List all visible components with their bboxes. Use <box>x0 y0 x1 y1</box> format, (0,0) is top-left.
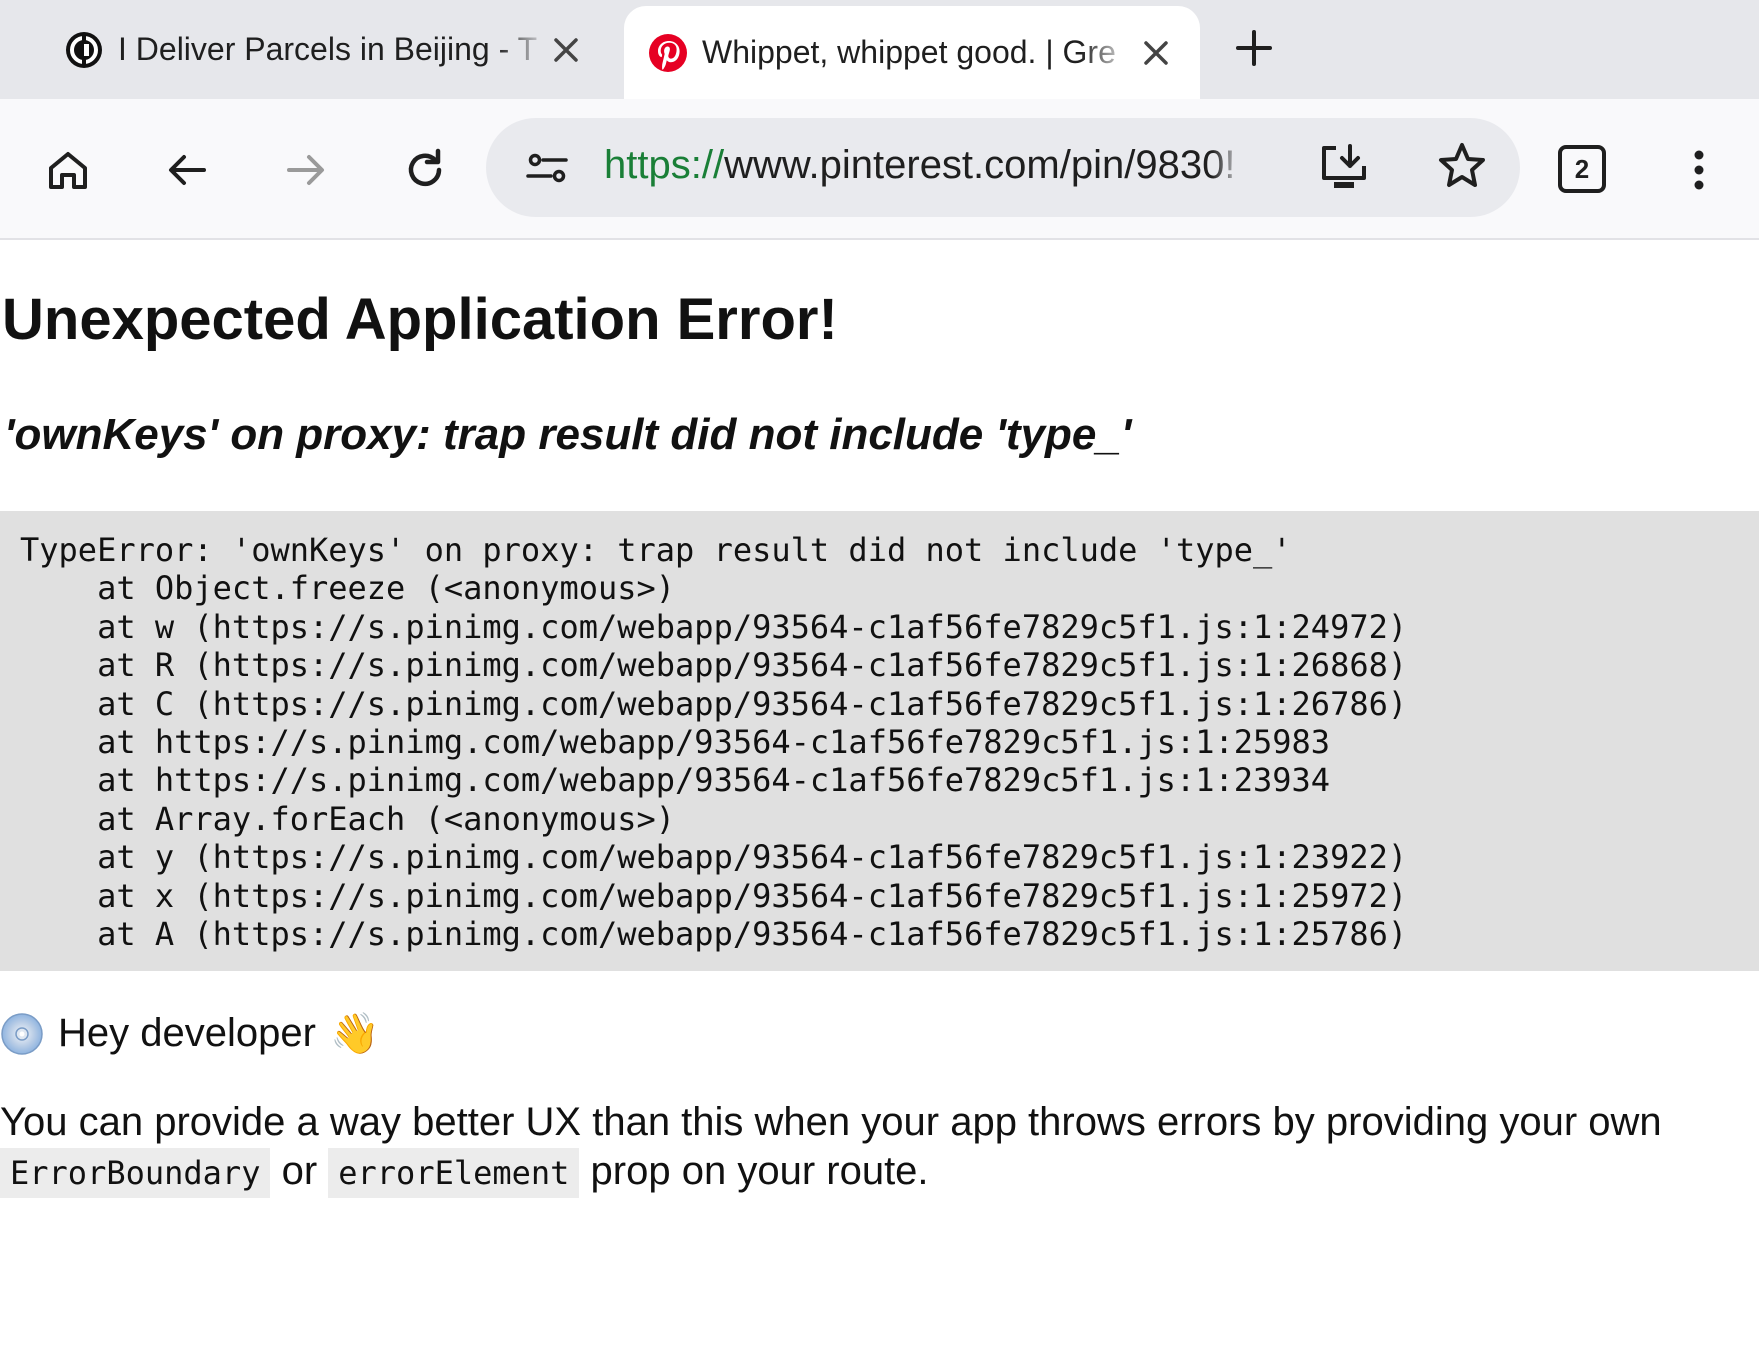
help-text-end: prop on your route. <box>579 1149 929 1193</box>
bookmark-star-icon[interactable] <box>1436 140 1488 192</box>
pinterest-logo-icon <box>648 33 688 73</box>
address-bar[interactable]: https://www.pinterest.com/pin/9830! <box>486 118 1520 217</box>
url-text[interactable]: https://www.pinterest.com/pin/9830! <box>604 143 1244 188</box>
back-arrow-icon[interactable] <box>162 145 212 195</box>
code-error-boundary: ErrorBoundary <box>0 1148 271 1198</box>
error-stack-trace: TypeError: 'ownKeys' on proxy: trap resu… <box>0 511 1759 971</box>
help-text-start: You can provide a way better UX than thi… <box>0 1100 1662 1144</box>
developer-help-text: You can provide a way better UX than thi… <box>0 1098 1740 1198</box>
site-settings-icon[interactable] <box>524 145 570 191</box>
new-tab-plus-icon[interactable] <box>1232 26 1276 70</box>
error-title: Unexpected Application Error! <box>2 287 838 352</box>
help-text-mid: or <box>270 1149 329 1193</box>
reload-icon[interactable] <box>400 145 450 195</box>
url-scheme: https:// <box>604 143 725 187</box>
close-icon[interactable] <box>1138 35 1174 71</box>
forward-arrow-icon[interactable] <box>281 145 331 195</box>
site-logo-icon <box>64 30 104 70</box>
close-icon[interactable] <box>548 32 584 68</box>
more-menu-icon[interactable] <box>1674 145 1724 195</box>
code-error-element: errorElement <box>328 1148 580 1198</box>
tab-title: I Deliver Parcels in Beijing - T <box>118 31 538 67</box>
tab-count: 2 <box>1574 153 1590 184</box>
home-icon[interactable] <box>43 145 93 195</box>
tab-switcher-button[interactable]: 2 <box>1558 145 1606 193</box>
install-app-icon[interactable] <box>1316 140 1372 196</box>
browser-toolbar: https://www.pinterest.com/pin/9830! 2 <box>0 99 1759 240</box>
tab-parcels-beijing[interactable]: I Deliver Parcels in Beijing - T <box>40 0 610 99</box>
disc-icon <box>0 1012 44 1056</box>
waving-hand-icon: 👋 <box>329 1012 380 1056</box>
greeting-text: Hey developer <box>58 1011 316 1055</box>
error-message: 'ownKeys' on proxy: trap result did not … <box>4 410 1132 459</box>
tab-title: Whippet, whippet good. | Gre <box>702 34 1116 70</box>
tab-strip: I Deliver Parcels in Beijing - T Whippet… <box>0 0 1759 99</box>
url-path: www.pinterest.com/pin/9830! <box>724 143 1236 187</box>
tab-pinterest-whippet[interactable]: Whippet, whippet good. | Gre <box>624 6 1200 99</box>
developer-greeting: Hey developer 👋 <box>0 1010 380 1057</box>
